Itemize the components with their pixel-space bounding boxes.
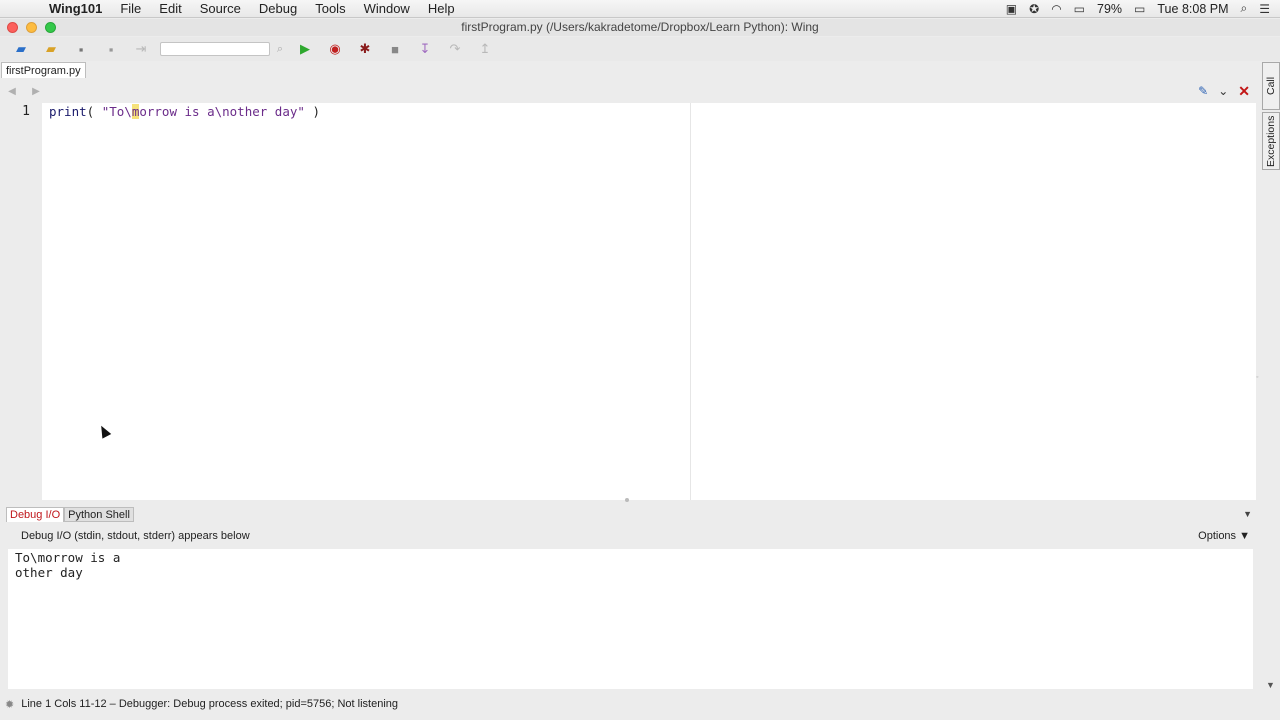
menu-file[interactable]: File (111, 0, 150, 18)
stop-button[interactable]: ■ (380, 38, 410, 60)
code-editor[interactable]: 1 print( "To\morrow is a\nother day" ) (0, 103, 1256, 500)
menu-debug[interactable]: Debug (250, 0, 306, 18)
menu-help[interactable]: Help (419, 0, 464, 18)
status-bar: ✹ Line 1 Cols 11-12 – Debugger: Debug pr… (0, 694, 1280, 714)
pin-icon[interactable]: ✎ (1198, 84, 1208, 98)
tab-debug-io[interactable]: Debug I/O (6, 506, 65, 522)
indent-button[interactable]: ⇥ (126, 38, 156, 60)
battery-icon[interactable]: ▭ (1134, 2, 1145, 16)
code-string-start: "To\ (101, 104, 132, 119)
window-title: firstProgram.py (/Users/kakradetome/Drop… (461, 20, 819, 34)
battery-percent[interactable]: 79% (1097, 2, 1122, 16)
toolbar-search-input[interactable] (160, 42, 270, 56)
output-line: other day (15, 565, 83, 580)
screen-record-icon[interactable]: ▣ (1006, 2, 1017, 16)
run-button[interactable]: ▶ (290, 38, 320, 60)
status-text: Line 1 Cols 11-12 – Debugger: Debug proc… (21, 698, 399, 710)
sync-icon[interactable]: ✪ (1029, 2, 1039, 16)
scroll-marker-icon: ◦ (1256, 374, 1259, 381)
window-close-button[interactable] (7, 22, 18, 33)
debugger-status-icon: ✹ (5, 698, 15, 711)
tab-firstprogram[interactable]: firstProgram.py (1, 62, 86, 78)
app-menu[interactable]: Wing101 (40, 0, 111, 18)
editor-nav-row: ◀ ▶ ✎ ⌄ ✕ (0, 80, 1258, 102)
search-icon[interactable]: ⌕ (270, 43, 290, 56)
line-number: 1 (22, 104, 30, 119)
menubar-clock[interactable]: Tue 8:08 PM (1157, 2, 1228, 16)
debug-io-header: Debug I/O (stdin, stdout, stderr) appear… (0, 525, 1258, 547)
editor-tab-bar: firstProgram.py (0, 62, 1258, 78)
panel-splitter-handle[interactable] (625, 498, 629, 502)
code-line[interactable]: print( "To\morrow is a\nother day" ) (49, 104, 320, 119)
line-number-gutter: 1 (0, 103, 42, 500)
step-out-button[interactable]: ↥ (470, 38, 500, 60)
back-arrow-icon[interactable]: ◀ (0, 86, 24, 97)
tab-call-stack[interactable]: Call Stack (1262, 62, 1280, 110)
menu-tools[interactable]: Tools (306, 0, 354, 18)
tab-python-shell[interactable]: Python Shell (64, 506, 134, 522)
options-button[interactable]: Options ▼ (1198, 530, 1258, 542)
window-minimize-button[interactable] (26, 22, 37, 33)
debug-bug-button[interactable]: ✱ (350, 38, 380, 60)
spotlight-search-icon[interactable]: ⌕ (1241, 1, 1248, 16)
editor-tools: ✎ ⌄ ✕ (1198, 83, 1258, 100)
code-string-end: orrow is a\nother day" (139, 104, 305, 119)
main-toolbar: ▰ ▰ ▪ ▪ ⇥ ⌕ ▶ ◉ ✱ ■ ↧ ↷ ↥ (0, 37, 1280, 61)
right-margin-guide (690, 103, 691, 500)
step-over-button[interactable]: ↷ (440, 38, 470, 60)
close-icon[interactable]: ✕ (1238, 83, 1250, 100)
breakpoint-button[interactable]: ◉ (320, 38, 350, 60)
window-controls (7, 22, 56, 33)
panel-menu-chevron-icon[interactable]: ▼ (1243, 509, 1258, 519)
scroll-down-arrow-icon[interactable]: ▼ (1266, 680, 1275, 690)
menu-source[interactable]: Source (191, 0, 250, 18)
save-all-button[interactable]: ▪ (96, 38, 126, 60)
debug-io-description: Debug I/O (stdin, stdout, stderr) appear… (21, 530, 250, 542)
bottom-panel-tabs: Debug I/O Python Shell ▼ (0, 505, 1258, 523)
code-open-paren: ( (86, 104, 102, 119)
notification-center-icon[interactable]: ☰ (1259, 2, 1270, 16)
forward-arrow-icon[interactable]: ▶ (24, 86, 48, 97)
debug-io-output[interactable]: To\morrow is a other day (8, 549, 1253, 689)
output-line: To\morrow is a (15, 550, 121, 565)
menu-window[interactable]: Window (355, 0, 419, 18)
chevron-down-icon[interactable]: ⌄ (1218, 84, 1228, 98)
window-titlebar: firstProgram.py (/Users/kakradetome/Drop… (0, 19, 1280, 36)
open-file-button[interactable]: ▰ (36, 38, 66, 60)
window-zoom-button[interactable] (45, 22, 56, 33)
step-into-button[interactable]: ↧ (410, 38, 440, 60)
new-file-button[interactable]: ▰ (6, 38, 36, 60)
airplay-icon[interactable]: ▭ (1074, 2, 1085, 16)
side-tool-tabs: Call Stack Exceptions (1262, 62, 1280, 172)
wifi-icon[interactable]: ◠ (1051, 2, 1061, 16)
tab-exceptions[interactable]: Exceptions (1262, 112, 1280, 170)
menubar-status-area: ▣ ✪ ◠ ▭ 79% ▭ Tue 8:08 PM ⌕ ☰ (1006, 1, 1280, 16)
macos-menubar: Wing101 File Edit Source Debug Tools Win… (0, 0, 1280, 18)
save-button[interactable]: ▪ (66, 38, 96, 60)
menu-edit[interactable]: Edit (150, 0, 190, 18)
code-keyword: print (49, 104, 87, 119)
code-close-paren: ) (304, 104, 320, 119)
